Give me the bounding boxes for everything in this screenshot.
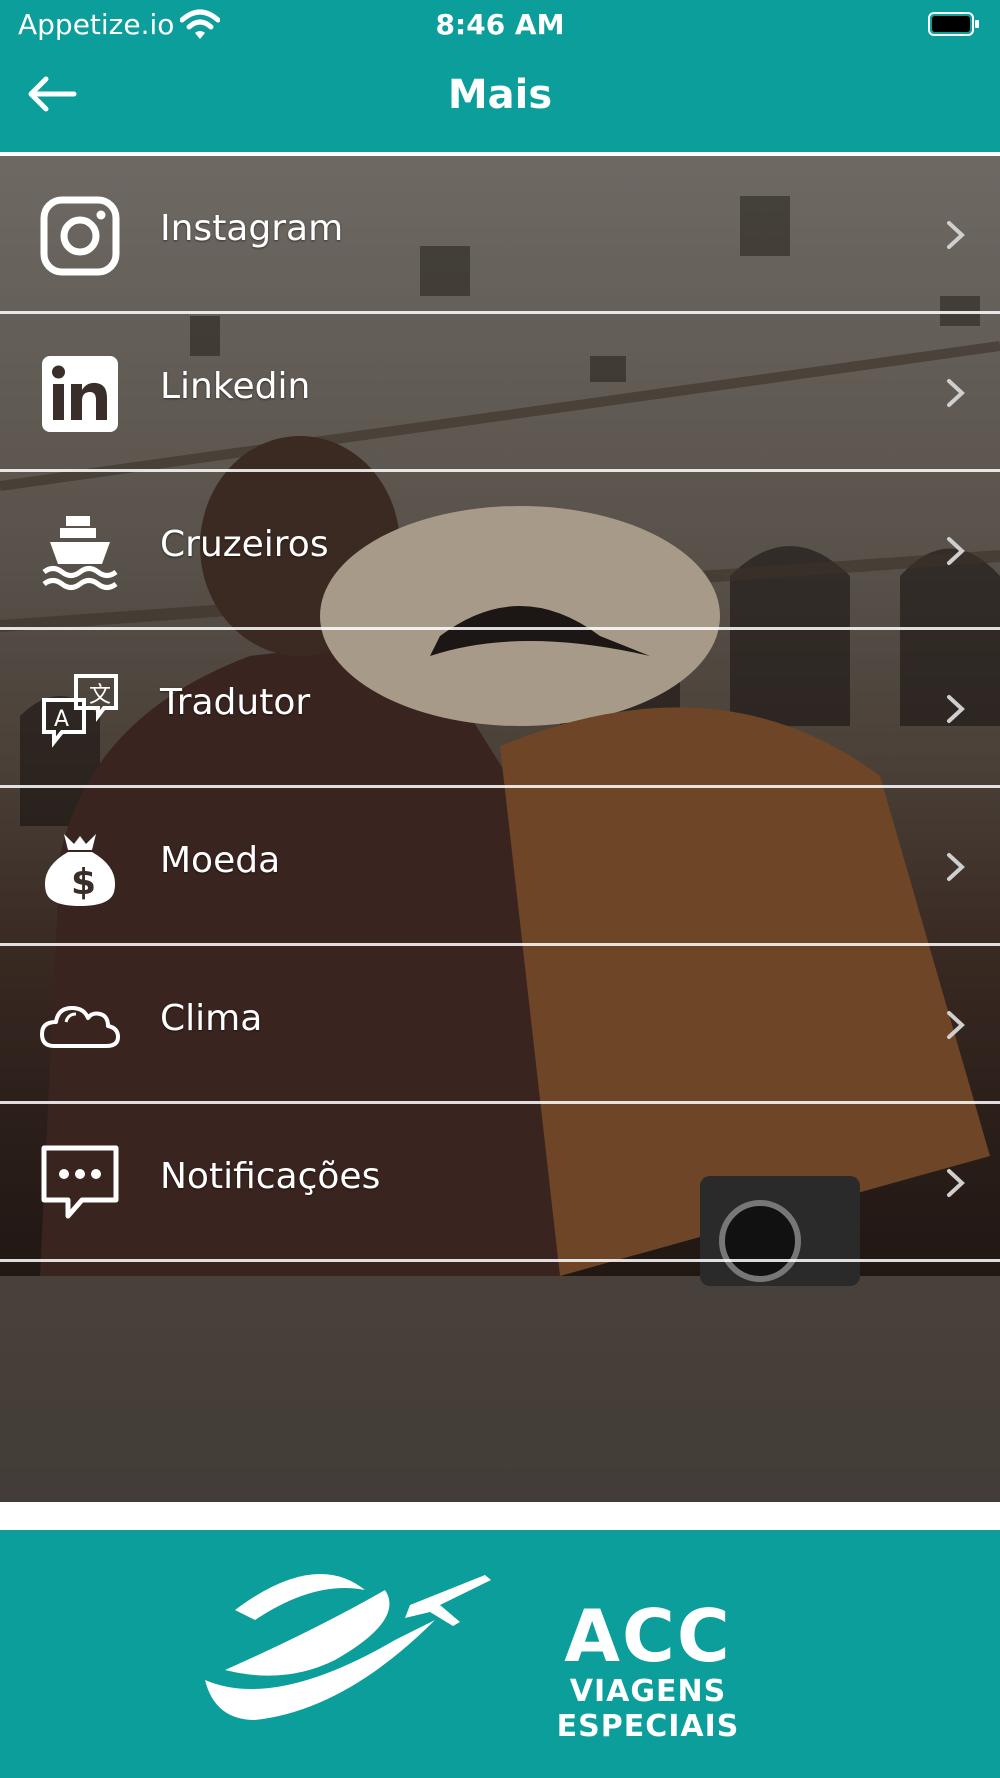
chevron-right-icon	[947, 695, 965, 723]
chevron-right-icon	[947, 1169, 965, 1197]
menu-item-label: Notificações	[160, 1156, 381, 1197]
clock: 8:46 AM	[435, 8, 565, 41]
menu-item-linkedin[interactable]: Linkedin	[0, 314, 1000, 472]
svg-text:$: $	[71, 862, 96, 903]
ship-icon	[42, 516, 118, 590]
menu-item-instagram[interactable]: Instagram	[0, 156, 1000, 314]
menu-item-label: Cruzeiros	[160, 524, 329, 565]
instagram-icon	[40, 196, 120, 276]
menu-item-notificacoes[interactable]: Notificações	[0, 1104, 1000, 1262]
chevron-right-icon	[947, 1011, 965, 1039]
chevron-right-icon	[947, 853, 965, 881]
menu-item-label: Tradutor	[160, 682, 311, 723]
menu-item-label: Linkedin	[160, 366, 311, 407]
hero-background: Instagram Linkedin Cruzeiros 文 A Traduto…	[0, 156, 1000, 1502]
chevron-right-icon	[947, 537, 965, 565]
chat-bubble-icon	[41, 1145, 119, 1219]
page-title: Mais	[447, 72, 553, 118]
brand-tagline: VIAGENS ESPECIAIS	[556, 1674, 740, 1744]
brand-wordmark: ACC VIAGENS ESPECIAIS	[488, 1600, 808, 1744]
chevron-right-icon	[947, 221, 965, 249]
menu-item-label: Moeda	[160, 840, 281, 881]
nav-bar: Mais	[0, 50, 1000, 152]
translate-icon: 文 A	[42, 674, 118, 748]
linkedin-icon	[42, 356, 118, 432]
more-menu: Instagram Linkedin Cruzeiros 文 A Traduto…	[0, 156, 1000, 1262]
battery-icon	[928, 12, 979, 36]
brand-footer: ACC VIAGENS ESPECIAIS	[0, 1530, 1000, 1778]
menu-item-cruzeiros[interactable]: Cruzeiros	[0, 472, 1000, 630]
cloud-icon	[40, 1006, 120, 1048]
menu-item-label: Instagram	[160, 208, 344, 249]
status-bar: Appetize.io 8:46 AM	[0, 0, 1000, 50]
brand-name: ACC	[564, 1594, 732, 1678]
menu-item-moeda[interactable]: $ Moeda	[0, 788, 1000, 946]
menu-item-label: Clima	[160, 998, 263, 1039]
airplane-swoosh-logo	[205, 1574, 491, 1720]
money-bag-icon: $	[44, 834, 116, 906]
menu-item-clima[interactable]: Clima	[0, 946, 1000, 1104]
svg-text:文: 文	[89, 683, 111, 708]
menu-item-tradutor[interactable]: 文 A Tradutor	[0, 630, 1000, 788]
chevron-right-icon	[947, 379, 965, 407]
spacer	[0, 1502, 1000, 1530]
svg-text:A: A	[54, 707, 69, 732]
